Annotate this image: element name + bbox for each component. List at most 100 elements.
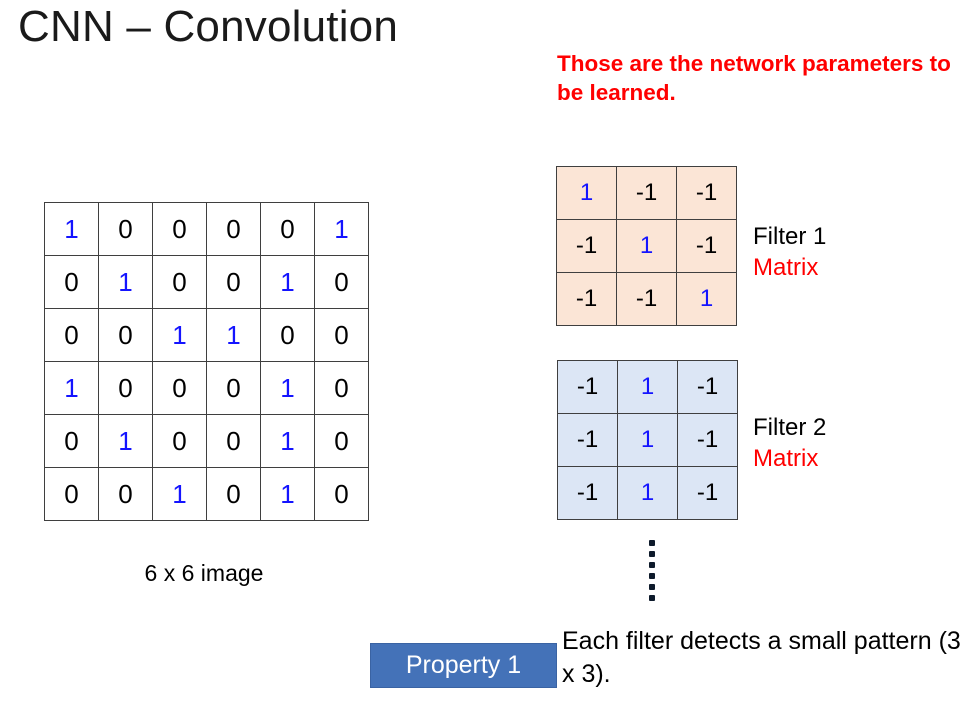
input-image-cell-2-5: 0 (314, 308, 369, 362)
filter-2-value: 1 (640, 479, 655, 506)
input-image-cell-1-4: 1 (260, 255, 315, 309)
input-image-value: 0 (64, 478, 79, 509)
input-image-cell-3-1: 0 (98, 361, 153, 415)
filter-2-value: -1 (696, 373, 719, 400)
input-image-matrix-body: 1 0 0 0 0 1 0 1 0 0 1 0 0 0 1 1 0 0 1 0 0 0 1 0 0 1 0 0 1 0 0 0 1 0 1 0 (44, 202, 369, 521)
filter-2-cell-0-0: -1 (557, 360, 618, 414)
input-image-value: 0 (118, 478, 133, 509)
input-image-cell-4-1: 1 (98, 414, 153, 468)
filter-1-value: 1 (699, 285, 714, 312)
filter-1-cell-0-2: -1 (676, 166, 737, 220)
input-image-value: 1 (280, 425, 295, 456)
filter-2-value: -1 (696, 479, 719, 506)
input-image-value: 0 (226, 266, 241, 297)
filter-1-row: -1 1 -1 (556, 219, 737, 273)
filter-2-label-group: Filter 2 Matrix (753, 413, 826, 474)
filter-1-row: -1 -1 1 (556, 272, 737, 326)
input-image-value: 0 (118, 213, 133, 244)
filter-2-value: 1 (640, 426, 655, 453)
input-image-cell-5-0: 0 (44, 467, 99, 521)
filter-2-cell-0-2: -1 (677, 360, 738, 414)
filter-2-value: -1 (576, 373, 599, 400)
input-image-row: 0 0 1 0 1 0 (44, 467, 369, 521)
input-image-value: 1 (64, 372, 79, 403)
input-image-value: 0 (64, 266, 79, 297)
ellipsis-dot (649, 562, 655, 568)
input-image-cell-5-4: 1 (260, 467, 315, 521)
network-parameters-note: Those are the network parameters to be l… (557, 51, 951, 105)
filter-2-kind: Matrix (753, 444, 819, 472)
filter-2-row: -1 1 -1 (557, 466, 738, 520)
filter-2-row: -1 1 -1 (557, 360, 738, 414)
input-image-matrix: 1 0 0 0 0 1 0 1 0 0 1 0 0 0 1 1 0 0 1 0 0 0 1 0 0 1 0 0 1 0 0 0 1 0 1 0 (44, 202, 369, 521)
input-image-cell-5-3: 0 (206, 467, 261, 521)
input-image-cell-1-0: 0 (44, 255, 99, 309)
property-1-badge-label: Property 1 (405, 651, 522, 679)
filter-2-matrix: -1 1 -1 -1 1 -1 -1 1 -1 (557, 360, 738, 520)
filter-2-value: -1 (576, 479, 599, 506)
input-image-value: 0 (226, 425, 241, 456)
filter-2-value: -1 (576, 426, 599, 453)
filter-1-row: 1 -1 -1 (556, 166, 737, 220)
input-image-cell-4-3: 0 (206, 414, 261, 468)
input-image-cell-4-4: 1 (260, 414, 315, 468)
input-image-value: 0 (172, 372, 187, 403)
input-image-value: 0 (64, 425, 79, 456)
input-image-cell-3-2: 0 (152, 361, 207, 415)
filter-2-row: -1 1 -1 (557, 413, 738, 467)
input-image-cell-1-3: 0 (206, 255, 261, 309)
filter-1-cell-1-0: -1 (556, 219, 617, 273)
filter-2-cell-1-0: -1 (557, 413, 618, 467)
filter-2-cell-2-1: 1 (617, 466, 678, 520)
input-image-cell-0-2: 0 (152, 202, 207, 256)
input-image-cell-0-3: 0 (206, 202, 261, 256)
filter-1-value: -1 (575, 285, 598, 312)
input-image-value: 1 (280, 478, 295, 509)
filter-2-matrix-body: -1 1 -1 -1 1 -1 -1 1 -1 (557, 360, 738, 520)
filter-1-cell-2-2: 1 (676, 272, 737, 326)
input-image-value: 0 (118, 319, 133, 350)
vertical-ellipsis-icon (649, 540, 655, 601)
filter-1-value: -1 (695, 232, 718, 259)
input-image-cell-4-5: 0 (314, 414, 369, 468)
input-image-value: 1 (118, 425, 133, 456)
input-image-cell-0-4: 0 (260, 202, 315, 256)
input-image-cell-3-4: 1 (260, 361, 315, 415)
input-image-value: 1 (172, 319, 187, 350)
input-image-row: 0 1 0 0 1 0 (44, 255, 369, 309)
property-1-description: Each filter detects a small pattern (3 x… (562, 627, 961, 688)
ellipsis-dot (649, 540, 655, 546)
input-image-value: 1 (172, 478, 187, 509)
filter-1-value: -1 (635, 285, 658, 312)
filter-1-value: -1 (635, 179, 658, 206)
filter-1-kind: Matrix (753, 253, 819, 281)
filter-1-cell-0-1: -1 (616, 166, 677, 220)
filter-1-matrix: 1 -1 -1 -1 1 -1 -1 -1 1 (556, 166, 737, 326)
input-image-value: 1 (118, 266, 133, 297)
input-image-value: 0 (334, 319, 349, 350)
input-image-cell-0-1: 0 (98, 202, 153, 256)
filter-2-value: 1 (640, 373, 655, 400)
input-image-value: 1 (334, 213, 349, 244)
ellipsis-dot (649, 551, 655, 557)
input-image-cell-5-1: 0 (98, 467, 153, 521)
filter-1-cell-2-0: -1 (556, 272, 617, 326)
filter-1-matrix-body: 1 -1 -1 -1 1 -1 -1 -1 1 (556, 166, 737, 326)
input-image-value: 1 (280, 266, 295, 297)
filter-1-cell-1-1: 1 (616, 219, 677, 273)
filter-1-label-group: Filter 1 Matrix (753, 222, 826, 283)
input-image-cell-2-3: 1 (206, 308, 261, 362)
input-image-value: 0 (280, 319, 295, 350)
input-image-cell-2-2: 1 (152, 308, 207, 362)
input-image-cell-3-0: 1 (44, 361, 99, 415)
input-image-value: 0 (226, 372, 241, 403)
filter-1-cell-1-2: -1 (676, 219, 737, 273)
input-image-cell-1-2: 0 (152, 255, 207, 309)
input-image-value: 0 (64, 319, 79, 350)
filter-1-value: -1 (575, 232, 598, 259)
input-image-value: 0 (334, 372, 349, 403)
input-image-cell-4-0: 0 (44, 414, 99, 468)
filter-2-cell-1-2: -1 (677, 413, 738, 467)
filter-1-value: 1 (639, 232, 654, 259)
filter-1-name: Filter 1 (753, 223, 827, 250)
